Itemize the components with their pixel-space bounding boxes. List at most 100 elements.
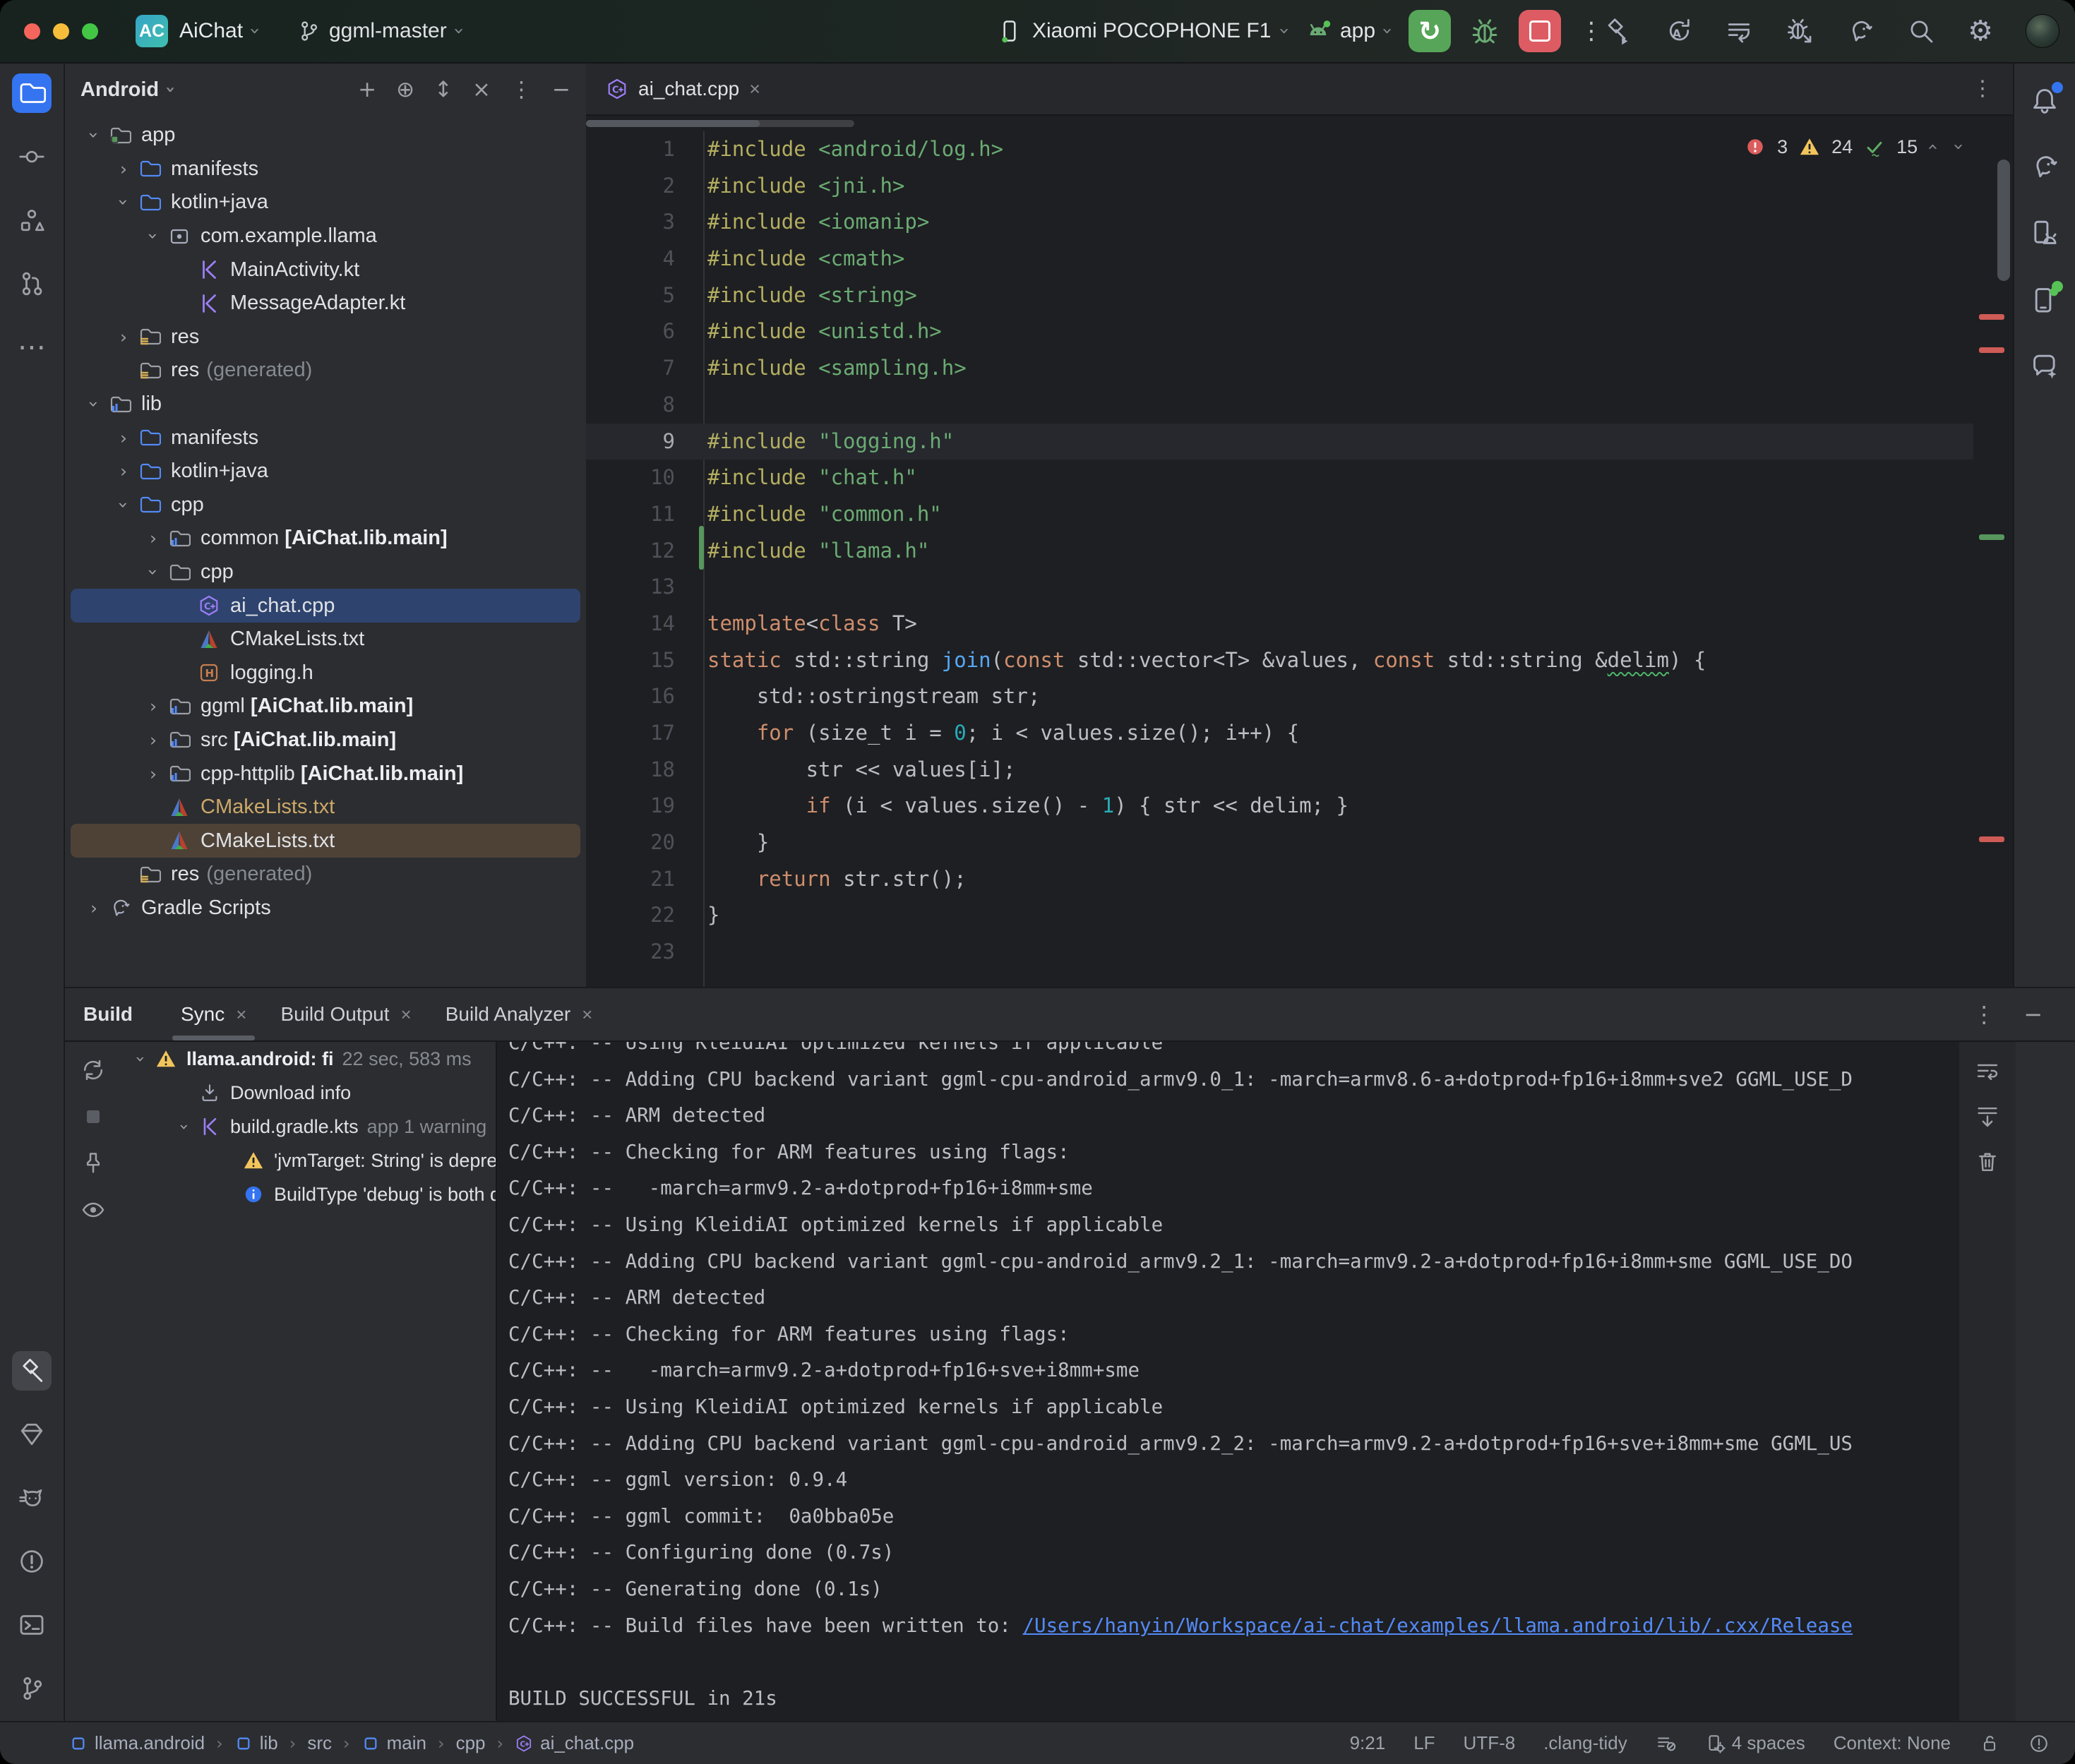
- tree-item-kotlin-java[interactable]: › kotlin+java: [71, 186, 580, 220]
- stripe-mark[interactable]: [1979, 836, 2004, 842]
- tree-item-manifests[interactable]: › manifests: [71, 152, 580, 186]
- code-line-23[interactable]: 23: [586, 934, 1973, 971]
- code-line-7[interactable]: 7 #include <sampling.h>: [586, 350, 1973, 387]
- stop-app-button[interactable]: [1519, 10, 1561, 52]
- tree-chevron-icon[interactable]: ›: [140, 529, 167, 547]
- code-line-9[interactable]: 9 #include "logging.h": [586, 424, 1973, 460]
- build-tree-item[interactable]: Download info: [121, 1076, 496, 1110]
- code-line-14[interactable]: 14 template<class T>: [586, 606, 1973, 642]
- filter-messages-button[interactable]: [80, 1197, 106, 1223]
- run-configuration-selector[interactable]: app ›: [1305, 0, 1391, 62]
- breadcrumb-src[interactable]: src: [307, 1732, 332, 1754]
- attach-debugger-button[interactable]: [1786, 17, 1814, 45]
- debug-app-button[interactable]: [1469, 16, 1500, 47]
- hide-panel-button[interactable]: −: [552, 79, 570, 101]
- tree-chevron-icon[interactable]: ›: [115, 491, 133, 518]
- tab-scrollbar[interactable]: [586, 120, 854, 127]
- device-manager-tool-button[interactable]: [2025, 213, 2064, 253]
- build-tree-item[interactable]: › build.gradle.kts app 1 warning: [121, 1110, 496, 1144]
- breadcrumb-main[interactable]: main: [361, 1732, 426, 1754]
- build-tab-build-analyzer[interactable]: Build Analyzer ×: [429, 988, 610, 1040]
- close-tab-icon[interactable]: ×: [582, 1004, 592, 1026]
- device-selector[interactable]: Xiaomi POCOPHONE F1 ›: [997, 0, 1288, 62]
- tree-item-cpp[interactable]: › cpp: [71, 488, 580, 522]
- tree-chevron-icon[interactable]: ›: [110, 462, 137, 480]
- tree-item-logging-h[interactable]: H logging.h: [71, 656, 580, 690]
- tree-item-res[interactable]: res (generated): [71, 354, 580, 388]
- readonly-status-widget[interactable]: [1979, 1733, 2000, 1754]
- tree-chevron-icon[interactable]: ›: [110, 328, 137, 346]
- settings-button[interactable]: ⚙: [1968, 17, 1993, 45]
- pull-requests-tool-button[interactable]: [12, 264, 52, 304]
- build-project-button[interactable]: [1603, 17, 1632, 45]
- logcat-tool-button[interactable]: [12, 1478, 52, 1518]
- more-tool-windows-button[interactable]: ⋯: [12, 328, 52, 367]
- clear-all-button[interactable]: [1975, 1149, 2000, 1175]
- code-line-4[interactable]: 4 #include <cmath>: [586, 241, 1973, 277]
- highlighting-level-widget[interactable]: [2028, 1733, 2050, 1754]
- tree-item-messageadapter-kt[interactable]: MessageAdapter.kt: [71, 287, 580, 320]
- tree-item-cmakelists-txt[interactable]: CMakeLists.txt: [71, 791, 580, 824]
- tree-chevron-icon[interactable]: ›: [176, 1112, 192, 1141]
- code-line-8[interactable]: 8: [586, 387, 1973, 424]
- code-editor[interactable]: 1 #include <android/log.h> 2 #include <j…: [586, 131, 1973, 987]
- tree-item-manifests[interactable]: › manifests: [71, 421, 580, 455]
- project-view-selector[interactable]: Android ›: [80, 78, 174, 102]
- pin-tab-button[interactable]: [80, 1151, 106, 1176]
- tree-chevron-icon[interactable]: ›: [132, 1045, 148, 1073]
- build-tab-sync[interactable]: Sync ×: [164, 988, 263, 1040]
- code-line-3[interactable]: 3 #include <iomanip>: [586, 204, 1973, 241]
- code-line-17[interactable]: 17 for (size_t i = 0; i < values.size();…: [586, 715, 1973, 752]
- editor-tab-ai-chat-cpp[interactable]: C ai_chat.cpp ×: [586, 64, 780, 114]
- sync-refresh-button[interactable]: [80, 1057, 106, 1083]
- build-output-path-link[interactable]: /Users/hanyin/Workspace/ai-chat/examples…: [1022, 1614, 1853, 1637]
- tree-item-src[interactable]: › src [AiChat.lib.main]: [71, 724, 580, 757]
- tree-item-cmakelists-txt[interactable]: CMakeLists.txt: [71, 824, 580, 858]
- code-line-10[interactable]: 10 #include "chat.h": [586, 460, 1973, 496]
- code-line-12[interactable]: 12 #include "llama.h": [586, 533, 1973, 570]
- build-tree-item[interactable]: › llama.android: fi 22 sec, 583 ms: [121, 1042, 496, 1076]
- soft-wrap-button[interactable]: [1975, 1059, 2000, 1084]
- code-line-22[interactable]: 22 }: [586, 897, 1973, 934]
- build-tab-build-output[interactable]: Build Output ×: [263, 988, 428, 1040]
- tree-item-ai-chat-cpp[interactable]: C ai_chat.cpp: [71, 589, 580, 623]
- tree-item-cpp[interactable]: › cpp: [71, 556, 580, 589]
- tree-chevron-icon[interactable]: ›: [85, 122, 103, 149]
- breadcrumb-cpp[interactable]: cpp: [456, 1732, 486, 1754]
- terminal-tool-button[interactable]: [12, 1605, 52, 1645]
- tree-chevron-icon[interactable]: ›: [85, 391, 103, 418]
- structure-tool-button[interactable]: [12, 200, 52, 240]
- tree-chevron-icon[interactable]: ›: [115, 189, 133, 216]
- tree-chevron-icon[interactable]: ›: [110, 160, 137, 178]
- build-tree-item[interactable]: 'jvmTarget: String' is deprec: [121, 1144, 496, 1177]
- build-console[interactable]: C/C++: -- Using KleidiAI optimized kerne…: [496, 1042, 1959, 1724]
- gradle-tool-button[interactable]: [2025, 147, 2064, 186]
- project-tool-button[interactable]: [12, 73, 52, 113]
- context-widget[interactable]: Context: None: [1834, 1732, 1951, 1754]
- tree-item-cmakelists-txt[interactable]: CMakeLists.txt: [71, 623, 580, 656]
- notifications-button[interactable]: [2025, 80, 2064, 120]
- close-tab-icon[interactable]: ×: [401, 1004, 412, 1026]
- code-line-18[interactable]: 18 str << values[i];: [586, 752, 1973, 788]
- line-separator-widget[interactable]: LF: [1413, 1732, 1435, 1754]
- code-line-16[interactable]: 16 std::ostringstream str;: [586, 678, 1973, 715]
- commit-tool-button[interactable]: [12, 137, 52, 176]
- code-line-2[interactable]: 2 #include <jni.h>: [586, 168, 1973, 205]
- clang-tidy-widget[interactable]: .clang-tidy: [1543, 1732, 1627, 1754]
- tree-chevron-icon[interactable]: ›: [145, 559, 162, 586]
- code-line-5[interactable]: 5 #include <string>: [586, 277, 1973, 314]
- app-quality-insights-tool-button[interactable]: [12, 1415, 52, 1454]
- close-window-button[interactable]: [24, 23, 40, 40]
- collapse-all-button[interactable]: ×: [472, 79, 491, 101]
- code-line-21[interactable]: 21 return str.str();: [586, 861, 1973, 898]
- tree-item-res[interactable]: res (generated): [71, 858, 580, 892]
- breadcrumb-llama-android[interactable]: llama.android: [69, 1732, 205, 1754]
- stripe-mark[interactable]: [1979, 534, 2004, 540]
- tree-item-lib[interactable]: › lib: [71, 388, 580, 421]
- stripe-mark[interactable]: [1979, 314, 2004, 320]
- user-avatar[interactable]: [2026, 14, 2059, 48]
- tree-item-cpp-httplib[interactable]: › cpp-httplib [AiChat.lib.main]: [71, 757, 580, 791]
- project-widget[interactable]: AiChat ›: [179, 0, 258, 62]
- tree-chevron-icon[interactable]: ›: [140, 697, 167, 715]
- scroll-to-end-button[interactable]: [1975, 1104, 2000, 1129]
